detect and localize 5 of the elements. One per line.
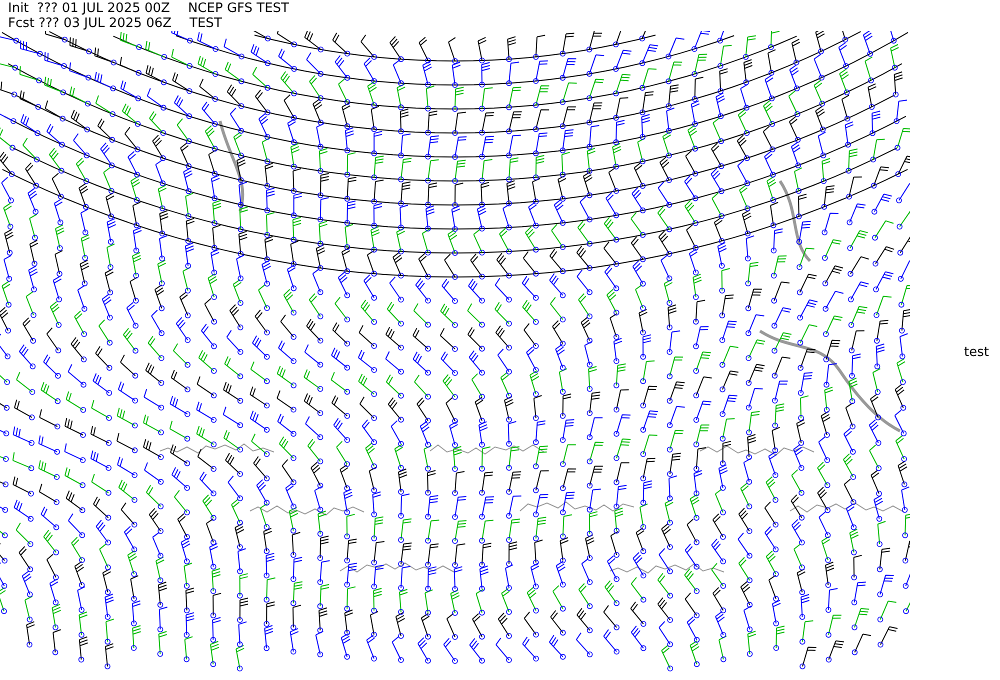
plot-title: TEST xyxy=(190,16,222,31)
plot-title: NCEP GFS TEST xyxy=(188,1,289,16)
date-line: Fcst ??? 03 JUL 2025 06Z xyxy=(8,16,172,31)
date-line: Init ??? 01 JUL 2025 00Z xyxy=(8,1,170,16)
side-label: test xyxy=(964,344,989,360)
